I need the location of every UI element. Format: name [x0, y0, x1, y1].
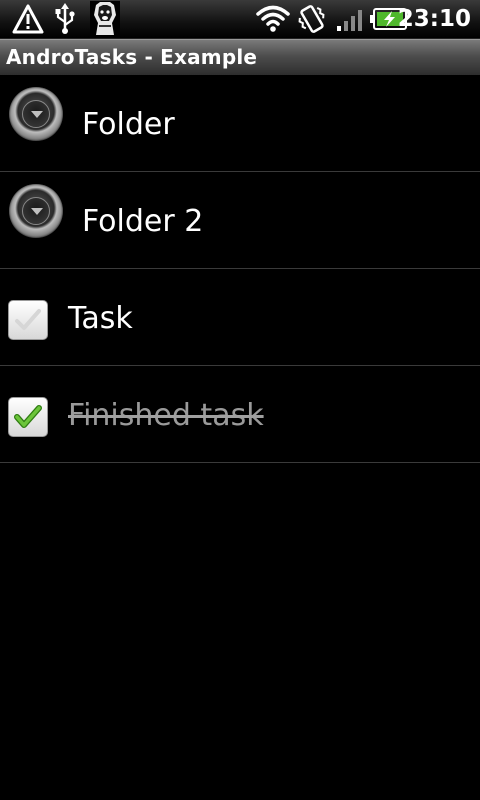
finished-task-label: Finished task — [68, 398, 264, 433]
task-row[interactable]: Task — [0, 269, 480, 366]
checkmark-icon — [14, 405, 42, 428]
checkmark-faint-icon — [15, 309, 41, 330]
task-list: Folder Folder 2 Task Finished task — [0, 75, 480, 463]
clock-time: 23:10 — [397, 6, 471, 32]
expand-arrow-icon[interactable] — [9, 87, 63, 141]
task-checkbox-unchecked[interactable] — [8, 300, 48, 340]
app-title: AndroTasks - Example — [6, 45, 258, 69]
folder-label: Folder — [82, 107, 175, 142]
dog-avatar-icon — [90, 1, 120, 41]
expand-arrow-icon[interactable] — [9, 184, 63, 238]
folder-row[interactable]: Folder 2 — [0, 172, 480, 269]
signal-icon — [336, 8, 364, 36]
usb-icon — [54, 3, 76, 39]
task-label: Task — [68, 301, 133, 336]
folder-label: Folder 2 — [82, 204, 204, 239]
folder-row[interactable]: Folder — [0, 75, 480, 172]
vibrate-icon — [296, 4, 328, 38]
status-bar: 23:10 — [0, 0, 480, 39]
task-checkbox-checked[interactable] — [8, 397, 48, 437]
warning-icon — [12, 4, 44, 38]
title-bar: AndroTasks - Example — [0, 39, 480, 75]
wifi-icon — [256, 4, 290, 36]
task-row[interactable]: Finished task — [0, 366, 480, 463]
